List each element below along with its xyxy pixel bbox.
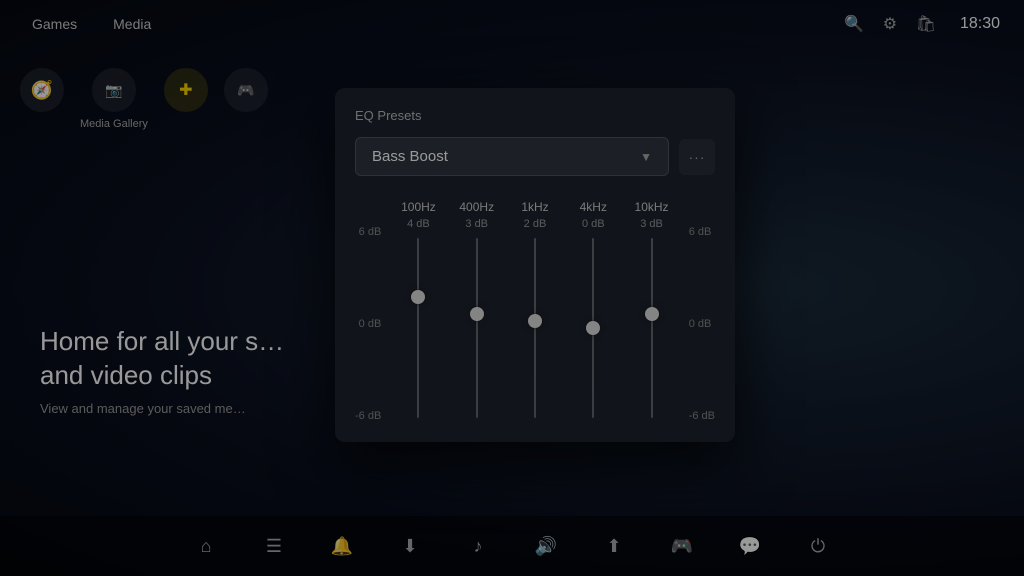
dim-overlay xyxy=(0,0,1024,576)
